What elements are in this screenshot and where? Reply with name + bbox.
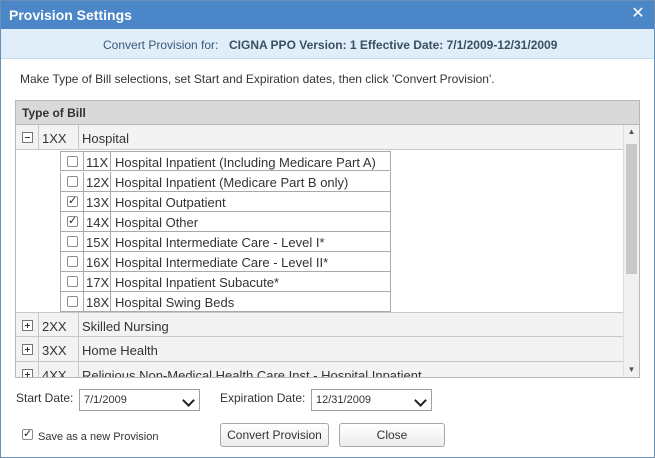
- grid-rows: 1XX Hospital 11X Hospital Inpatient (Inc…: [16, 125, 623, 377]
- bill-type-checkbox-15x[interactable]: [67, 236, 78, 247]
- provision-info-bar: Convert Provision for: CIGNA PPO Version…: [1, 29, 654, 59]
- bill-type-name: Hospital Intermediate Care - Level II*: [115, 255, 329, 270]
- close-icon[interactable]: ✕: [630, 5, 646, 23]
- save-as-new-label: Save as a new Provision: [38, 431, 159, 443]
- bill-type-code: 15X: [83, 232, 111, 251]
- close-button[interactable]: Close: [339, 423, 445, 447]
- group-code: 3XX: [38, 337, 79, 361]
- expiration-date-value: 12/31/2009: [316, 394, 372, 406]
- expiration-date-label: Expiration Date:: [220, 391, 306, 405]
- dialog-title: Provision Settings: [9, 7, 132, 23]
- bill-type-row[interactable]: 12X Hospital Inpatient (Medicare Part B …: [60, 172, 391, 192]
- convert-provision-button[interactable]: Convert Provision: [220, 423, 329, 447]
- bill-type-row[interactable]: 13X Hospital Outpatient: [60, 192, 391, 212]
- expiration-date-select[interactable]: 12/31/2009: [311, 389, 432, 411]
- bill-type-checkbox-12x[interactable]: [67, 176, 78, 187]
- bill-type-row[interactable]: 14X Hospital Other: [60, 212, 391, 232]
- vertical-scrollbar[interactable]: ▲ ▼: [623, 125, 639, 377]
- group-name: Religious Non-Medical Health Care Inst -…: [82, 368, 422, 377]
- save-as-new-checkbox[interactable]: [22, 427, 33, 440]
- bill-type-checkbox-17x[interactable]: [67, 276, 78, 287]
- bill-type-name: Hospital Outpatient: [115, 195, 226, 210]
- bill-type-code: 13X: [83, 192, 111, 211]
- grid-header: Type of Bill: [16, 101, 639, 125]
- bill-type-code: 17X: [83, 272, 111, 291]
- bill-type-row[interactable]: 15X Hospital Intermediate Care - Level I…: [60, 232, 391, 252]
- bill-type-name: Hospital Swing Beds: [115, 295, 235, 310]
- bill-type-checkbox-16x[interactable]: [67, 256, 78, 267]
- group-row-2xx[interactable]: 2XX Skilled Nursing: [16, 312, 623, 337]
- group-row-3xx[interactable]: 3XX Home Health: [16, 337, 623, 362]
- bill-type-row[interactable]: 17X Hospital Inpatient Subacute*: [60, 272, 391, 292]
- group-name: Hospital: [82, 131, 129, 146]
- group-name: Home Health: [82, 343, 158, 358]
- scroll-down-icon[interactable]: ▼: [624, 363, 639, 377]
- bill-type-name: Hospital Inpatient (Including Medicare P…: [115, 155, 376, 170]
- bill-type-code: 11X: [83, 152, 111, 171]
- grid-header-label: Type of Bill: [22, 106, 86, 120]
- bill-type-name: Hospital Inpatient (Medicare Part B only…: [115, 175, 349, 190]
- chevron-down-icon[interactable]: [183, 394, 195, 406]
- minus-box-icon[interactable]: [22, 132, 33, 143]
- bill-type-name: Hospital Inpatient Subacute*: [115, 275, 280, 290]
- bill-type-row[interactable]: 16X Hospital Intermediate Care - Level I…: [60, 252, 391, 272]
- group-code: 4XX: [38, 362, 79, 377]
- plus-box-icon[interactable]: [22, 369, 33, 377]
- bill-type-checkbox-18x[interactable]: [67, 296, 78, 307]
- bill-type-code: 14X: [83, 212, 111, 231]
- scroll-thumb[interactable]: [626, 144, 637, 274]
- bill-type-code: 16X: [83, 252, 111, 271]
- instructions-text: Make Type of Bill selections, set Start …: [20, 72, 495, 86]
- type-of-bill-grid: Type of Bill 1XX Hospital 11X Hospital I…: [15, 100, 640, 378]
- start-date-select[interactable]: 7/1/2009: [79, 389, 200, 411]
- chevron-down-icon[interactable]: [415, 394, 427, 406]
- bill-type-name: Hospital Other: [115, 215, 199, 230]
- group-row-1xx[interactable]: 1XX Hospital: [16, 125, 623, 150]
- group-row-4xx[interactable]: 4XX Religious Non-Medical Health Care In…: [16, 362, 623, 377]
- bill-type-name: Hospital Intermediate Care - Level I*: [115, 235, 325, 250]
- plus-box-icon[interactable]: [22, 320, 33, 331]
- bill-type-row[interactable]: 18X Hospital Swing Beds: [60, 292, 391, 312]
- provision-settings-dialog: Provision Settings ✕ Convert Provision f…: [0, 0, 655, 458]
- bill-type-row[interactable]: 11X Hospital Inpatient (Including Medica…: [60, 151, 391, 171]
- group-code: 1XX: [38, 125, 79, 149]
- group-name: Skilled Nursing: [82, 319, 169, 334]
- plus-box-icon[interactable]: [22, 344, 33, 355]
- provision-label: Convert Provision for:: [103, 38, 219, 52]
- bill-type-code: 18X: [83, 292, 111, 311]
- start-date-label: Start Date:: [16, 391, 74, 405]
- start-date-value: 7/1/2009: [84, 394, 127, 406]
- bill-type-code: 12X: [83, 172, 111, 191]
- provision-value: CIGNA PPO Version: 1 Effective Date: 7/1…: [229, 38, 558, 52]
- bill-type-checkbox-13x[interactable]: [67, 194, 78, 207]
- group-code: 2XX: [38, 313, 79, 337]
- bill-type-checkbox-14x[interactable]: [67, 214, 78, 227]
- bill-type-checkbox-11x[interactable]: [67, 156, 78, 167]
- scroll-up-icon[interactable]: ▲: [624, 125, 639, 139]
- dialog-titlebar: Provision Settings ✕: [1, 1, 654, 29]
